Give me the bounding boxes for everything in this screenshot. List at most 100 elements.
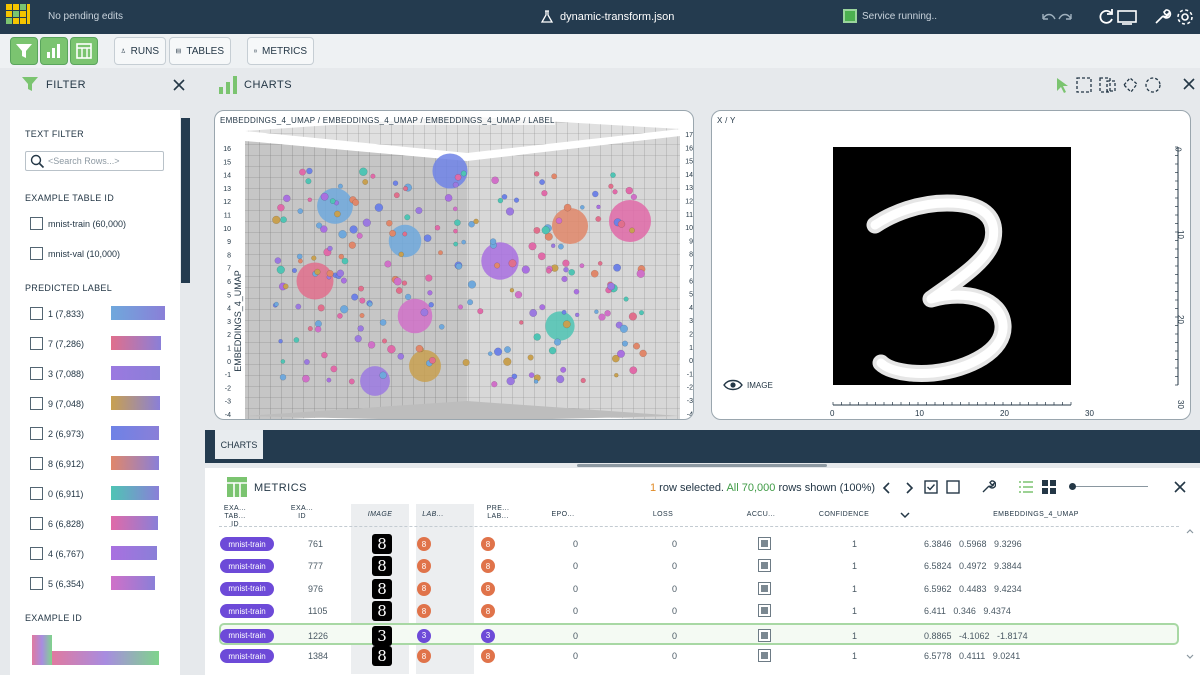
table-id-pill[interactable]: mnist-train bbox=[220, 581, 274, 596]
table-filter-checkbox[interactable] bbox=[30, 217, 43, 230]
scatter-point bbox=[384, 260, 392, 268]
table-row[interactable]: mnist-train 1384 8 8 8 0 0 1 6.5778 0.4111 9.024… bbox=[205, 645, 1200, 667]
predicted-label-checkbox[interactable] bbox=[30, 547, 43, 560]
close-icon[interactable] bbox=[1182, 77, 1196, 91]
multi-box-select-icon[interactable] bbox=[1098, 76, 1116, 94]
predicted-label-checkbox[interactable] bbox=[30, 397, 43, 410]
filter-scrollbar-thumb[interactable] bbox=[181, 118, 190, 283]
scatter-point bbox=[491, 381, 498, 388]
tab-charts[interactable]: CHARTS bbox=[215, 430, 263, 459]
accuracy-checkbox[interactable] bbox=[758, 649, 771, 662]
box-select-icon[interactable] bbox=[1075, 76, 1093, 94]
table-row[interactable]: mnist-train 1226 3 3 3 0 0 1 0.8865 -4.1062 -1.8… bbox=[219, 622, 1179, 646]
scatter-point bbox=[553, 338, 562, 346]
predicted-label-checkbox[interactable] bbox=[30, 367, 43, 380]
table-row[interactable]: mnist-train 777 8 8 8 0 0 1 6.5824 0.4972 9.3844 bbox=[205, 555, 1200, 577]
digit-thumbnail[interactable]: 8 bbox=[372, 534, 392, 554]
next-icon[interactable] bbox=[903, 481, 915, 495]
deselect-checkbox-icon[interactable] bbox=[946, 480, 960, 494]
scatter-point bbox=[387, 344, 396, 354]
charts-toggle-button[interactable] bbox=[40, 37, 68, 65]
predicted-label-checkbox[interactable] bbox=[30, 337, 43, 350]
image-viewer-panel[interactable]: X / Y IMAGE 0 10 20 30 0 10 20 30 bbox=[711, 110, 1191, 420]
settings-gear-icon[interactable] bbox=[1175, 7, 1195, 27]
scatter-right-tick: 17 bbox=[685, 132, 693, 139]
embedding-scatter-panel[interactable]: 16 15 14 13 12 11 10 9 8 7 6 5 4 3 2 1 0 -1 -2 -3 -4 17 16 15 14… bbox=[214, 110, 694, 420]
display-icon[interactable] bbox=[1116, 7, 1138, 27]
digit-thumbnail[interactable]: 8 bbox=[372, 578, 392, 599]
col-header-epoch[interactable]: EPO... bbox=[550, 511, 576, 519]
tables-button[interactable]: TABLES bbox=[169, 37, 231, 65]
predicted-label-histogram-bar[interactable] bbox=[111, 426, 159, 440]
table-row[interactable]: mnist-train 761 8 8 8 0 0 1 6.3846 0.5968 9.3296 bbox=[205, 533, 1200, 555]
close-icon[interactable] bbox=[172, 78, 186, 92]
example-id-histogram[interactable] bbox=[32, 635, 159, 665]
table-id-pill[interactable]: mnist-train bbox=[220, 604, 274, 619]
circle-select-icon[interactable] bbox=[1144, 76, 1162, 94]
table-filter-checkbox[interactable] bbox=[30, 247, 43, 260]
accuracy-checkbox[interactable] bbox=[758, 537, 771, 550]
lasso-select-icon[interactable] bbox=[1121, 76, 1139, 94]
table-toggle-button[interactable] bbox=[70, 37, 98, 65]
predicted-label-checkbox[interactable] bbox=[30, 427, 43, 440]
example-id-cell: 761 bbox=[308, 539, 324, 549]
runs-button[interactable]: RUNS bbox=[114, 37, 166, 65]
grid-view-icon[interactable] bbox=[1041, 479, 1057, 495]
predicted-label-checkbox[interactable] bbox=[30, 457, 43, 470]
list-view-icon[interactable] bbox=[1018, 480, 1034, 494]
table-id-pill[interactable]: mnist-train bbox=[220, 559, 274, 574]
predicted-label-histogram-bar[interactable] bbox=[111, 456, 159, 470]
digit-thumbnail[interactable]: 8 bbox=[372, 601, 392, 622]
row-height-slider[interactable] bbox=[1070, 486, 1148, 487]
col-header-example-id[interactable]: EXA... ID bbox=[290, 505, 314, 521]
predicted-label-histogram-bar[interactable] bbox=[111, 576, 155, 590]
digit-thumbnail[interactable]: 8 bbox=[372, 646, 392, 666]
predicted-label-histogram-bar[interactable] bbox=[111, 336, 161, 350]
digit-thumbnail[interactable]: 8 bbox=[372, 556, 392, 577]
table-id-pill[interactable]: mnist-train bbox=[220, 537, 274, 551]
metrics-button[interactable]: METRICS bbox=[247, 37, 314, 65]
refresh-icon[interactable] bbox=[1096, 7, 1116, 27]
accuracy-checkbox[interactable] bbox=[758, 604, 771, 618]
search-input[interactable]: <Search Rows...> bbox=[25, 151, 164, 171]
accuracy-checkbox[interactable] bbox=[758, 628, 771, 642]
accuracy-checkbox[interactable] bbox=[758, 559, 771, 573]
col-header-embeddings[interactable]: EMBEDDINGS_4_UMAP bbox=[987, 511, 1085, 519]
predicted-label-histogram-bar[interactable] bbox=[111, 396, 160, 410]
predicted-label-text: 2 (6,973) bbox=[48, 429, 85, 439]
predicted-label-histogram-bar[interactable] bbox=[111, 486, 159, 500]
select-all-checkbox-icon[interactable] bbox=[924, 480, 938, 494]
col-header-loss[interactable]: LOSS bbox=[650, 511, 676, 519]
embedding-3d-scatter[interactable]: 161514131211109876543210-1-2-3-417161514… bbox=[215, 111, 694, 420]
predicted-label-checkbox[interactable] bbox=[30, 517, 43, 530]
col-header-predicted-label[interactable]: PRE... LAB... bbox=[485, 505, 511, 521]
col-header-label[interactable]: LAB... bbox=[418, 511, 448, 519]
col-header-image[interactable]: IMAGE bbox=[355, 511, 405, 519]
accuracy-checkbox[interactable] bbox=[758, 581, 771, 595]
col-header-accuracy[interactable]: ACCU... bbox=[746, 511, 776, 519]
col-header-confidence[interactable]: CONFIDENCE bbox=[816, 511, 872, 519]
wrench-icon[interactable] bbox=[1152, 7, 1172, 27]
wrench-icon[interactable] bbox=[980, 479, 996, 495]
filter-toggle-button[interactable] bbox=[10, 37, 38, 65]
predicted-label-histogram-bar[interactable] bbox=[111, 306, 165, 320]
predicted-label-checkbox[interactable] bbox=[30, 307, 43, 320]
sort-descending-icon[interactable] bbox=[899, 510, 911, 520]
metrics-vertical-scrollbar[interactable] bbox=[1184, 505, 1196, 675]
close-icon[interactable] bbox=[1173, 480, 1187, 494]
row-height-slider-handle[interactable] bbox=[1069, 483, 1076, 490]
predicted-label-checkbox[interactable] bbox=[30, 577, 43, 590]
undo-redo-icon[interactable] bbox=[1040, 7, 1074, 27]
table-id-pill[interactable]: mnist-train bbox=[220, 649, 274, 663]
table-row[interactable]: mnist-train 1105 8 8 8 0 0 1 6.411 0.346 9.4374 bbox=[205, 600, 1200, 622]
table-id-pill[interactable]: mnist-train bbox=[220, 628, 274, 643]
previous-icon[interactable] bbox=[881, 481, 893, 495]
digit-thumbnail[interactable]: 3 bbox=[372, 625, 392, 646]
pointer-tool-icon[interactable] bbox=[1055, 76, 1069, 94]
charts-horizontal-scrollbar[interactable] bbox=[577, 464, 827, 467]
predicted-label-checkbox[interactable] bbox=[30, 487, 43, 500]
predicted-label-histogram-bar[interactable] bbox=[111, 366, 160, 380]
predicted-label-histogram-bar[interactable] bbox=[111, 546, 157, 560]
table-row[interactable]: mnist-train 976 8 8 8 0 0 1 6.5962 0.4483 9.4234 bbox=[205, 578, 1200, 600]
predicted-label-histogram-bar[interactable] bbox=[111, 516, 158, 530]
